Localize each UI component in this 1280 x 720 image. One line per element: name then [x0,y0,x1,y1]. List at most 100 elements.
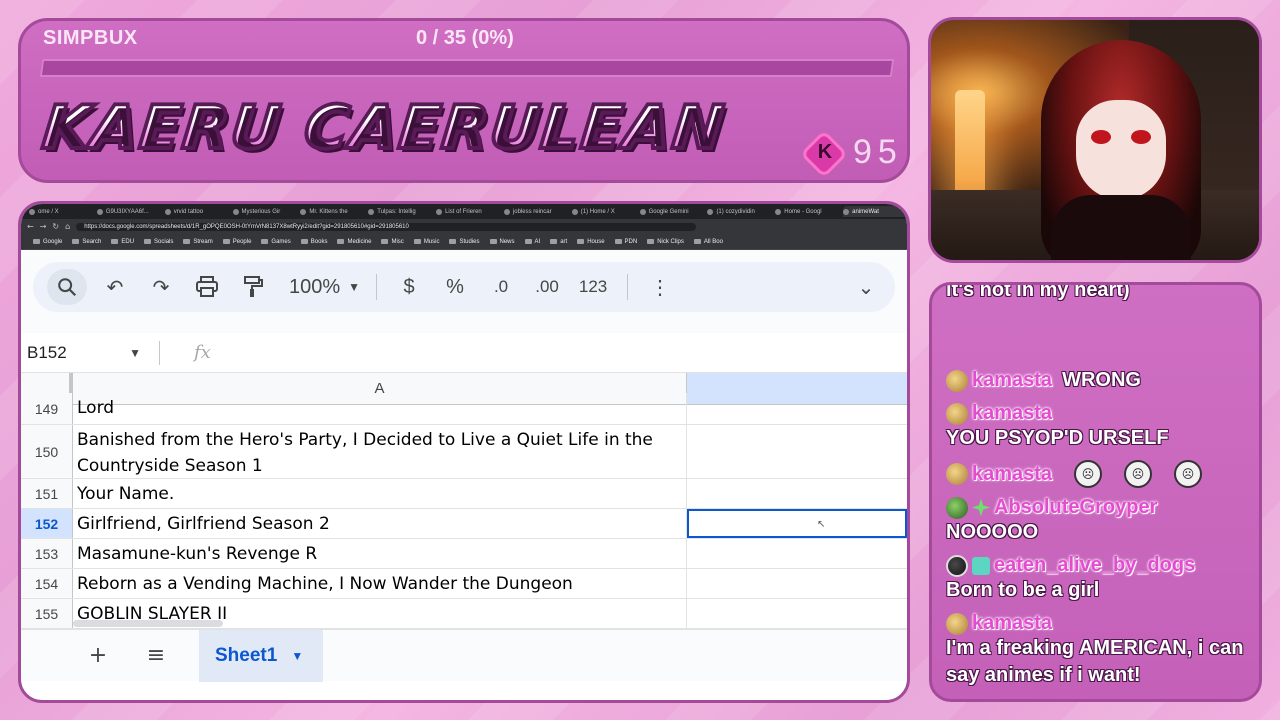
browser-tab[interactable]: Google Gemini [640,206,704,217]
avatar-eye-right [1131,130,1151,144]
cell-b[interactable] [687,479,907,508]
search-menus-button[interactable] [47,269,87,305]
bookmark-item[interactable]: Misc [381,239,403,245]
decrease-decimal-button[interactable]: .0 [483,269,519,305]
browser-tab[interactable]: Home - Googl [775,206,839,217]
browser-tab[interactable]: (1) Home / X [572,206,636,217]
cell-b[interactable] [687,599,907,628]
bookmarks-bar: Google Search EDU Socials Stream People Games B… [21,234,907,250]
cell-b[interactable] [687,393,907,424]
browser-tab[interactable]: Mr. Kittens the [300,206,364,217]
table-row[interactable]: 151 Your Name. [21,479,907,509]
horizontal-scrollbar[interactable] [73,620,223,627]
sheet-tab[interactable]: Sheet1 ▼ [199,629,324,682]
cell-b[interactable]: ↖ [687,509,907,538]
browser-tab[interactable]: animeWat [843,206,907,217]
bookmark-item[interactable]: AI [525,239,541,245]
row-number[interactable]: 153 [21,539,73,568]
browser-tab[interactable]: G9U3IXYAA6f... [97,206,161,217]
table-row[interactable]: 150 Banished from the Hero's Party, I Dec… [21,425,907,479]
bookmark-item[interactable]: Music [414,239,440,245]
bookmark-item[interactable]: Socials [144,239,173,245]
paint-format-button[interactable] [235,269,271,305]
table-row[interactable]: 154 Reborn as a Vending Machine, I Now Wa… [21,569,907,599]
bookmark-item[interactable]: Google [33,239,62,245]
chat-message-header: kamasta WRONG [946,367,1251,394]
percent-format-button[interactable]: % [437,269,473,305]
print-button[interactable] [189,269,225,305]
more-options-button[interactable]: ⋮ [642,269,678,305]
cell-a[interactable]: Lord [73,393,687,424]
browser-tab[interactable]: Tulpas: Intellig [368,206,432,217]
address-bar-row: ← → ↻ ⌂ https://docs.google.com/spreadsh… [21,219,907,234]
collapse-toolbar-button[interactable]: ⌄ [848,269,884,305]
row-number[interactable]: 150 [21,425,73,478]
toolbar-divider [627,274,629,300]
chat-message-header: kamasta [946,402,1251,425]
goal-progress-fill [42,61,44,75]
browser-tab[interactable]: ome / X [29,206,93,217]
address-bar[interactable]: https://docs.google.com/spreadsheets/d/1… [76,222,697,231]
name-box[interactable]: B152 ▼ [21,343,141,363]
bookmark-item[interactable]: News [490,239,515,245]
bookmark-item[interactable]: Nick Clips [647,239,684,245]
chat-username[interactable]: eaten_alive_by_dogs [994,554,1195,577]
back-icon[interactable]: ← [27,222,34,231]
undo-button[interactable]: ↶ [97,269,133,305]
bookmark-item[interactable]: art [550,239,567,245]
chat-message: eaten_alive_by_dogs Born to be a girl [946,554,1251,604]
chat-username[interactable]: kamasta [972,612,1052,635]
chat-username[interactable]: AbsoluteGroyper [994,496,1157,519]
redo-button[interactable]: ↷ [143,269,179,305]
browser-tab[interactable]: (1) cozydividin [707,206,771,217]
all-sheets-button[interactable]: ≡ [141,643,171,668]
user-badge-icon [946,554,968,577]
cell-a[interactable]: Banished from the Hero's Party, I Decide… [73,425,687,478]
bookmark-item[interactable]: PDN [615,239,638,245]
bookmark-item[interactable]: All Boo [694,239,723,245]
row-number[interactable]: 155 [21,599,73,628]
bookmark-item[interactable]: People [223,239,252,245]
chat-username[interactable]: kamasta [972,369,1052,392]
currency-format-button[interactable]: $ [391,269,427,305]
browser-tab[interactable]: vrvid tattoo [165,206,229,217]
reload-icon[interactable]: ↻ [52,222,59,231]
cell-a[interactable]: Your Name. [73,479,687,508]
sheet-tab-bar: + ≡ Sheet1 ▼ [21,629,907,682]
bookmark-item[interactable]: Search [72,239,101,245]
cell-a[interactable]: Masamune-kun's Revenge R [73,539,687,568]
dropdown-arrow-icon: ▼ [129,345,141,360]
bookmark-item[interactable]: Games [261,239,290,245]
row-number[interactable]: 152 [21,509,73,538]
forward-icon[interactable]: → [40,222,47,231]
cell-b[interactable] [687,569,907,598]
number-format-button[interactable]: 123 [575,269,611,305]
table-row[interactable]: 153 Masamune-kun's Revenge R [21,539,907,569]
increase-decimal-button[interactable]: .00 [529,269,565,305]
cell-b[interactable] [687,539,907,568]
chat-username[interactable]: kamasta [972,463,1052,486]
bookmark-item[interactable]: EDU [111,239,134,245]
sheets-toolbar-area: ↶ ↷ 100% ▼ $ % .0 .00 123 ⋮ ⌄ [21,250,907,333]
bookmark-item[interactable]: Books [301,239,328,245]
bookmark-item[interactable]: Stream [183,239,212,245]
table-row[interactable]: 152 Girlfriend, Girlfriend Season 2 ↖ [21,509,907,539]
chat-username[interactable]: kamasta [972,402,1052,425]
browser-tab[interactable]: Mysterious Gir [233,206,297,217]
browser-tab[interactable]: List of Frieren [436,206,500,217]
cell-b[interactable] [687,425,907,478]
row-number[interactable]: 151 [21,479,73,508]
bookmark-item[interactable]: House [577,239,604,245]
bookmark-item[interactable]: Studies [449,239,479,245]
row-number[interactable]: 154 [21,569,73,598]
zoom-select[interactable]: 100% ▼ [289,269,360,305]
spreadsheet-grid[interactable]: A 149 Lord 150 Banished from the Hero's Par… [21,373,907,629]
row-number[interactable]: 149 [21,393,73,424]
cell-a[interactable]: Girlfriend, Girlfriend Season 2 [73,509,687,538]
home-icon[interactable]: ⌂ [65,222,70,231]
add-sheet-button[interactable]: + [83,643,113,668]
table-row[interactable]: 149 Lord [21,393,907,425]
bookmark-item[interactable]: Medicine [337,239,371,245]
browser-tab[interactable]: jobless reincar [504,206,568,217]
cell-a[interactable]: Reborn as a Vending Machine, I Now Wande… [73,569,687,598]
